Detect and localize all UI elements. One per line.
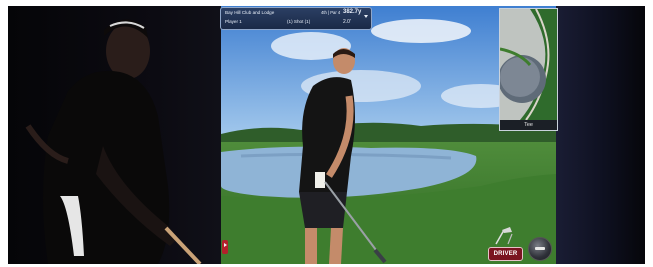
hole-info: 4th | Par 4 bbox=[321, 10, 341, 15]
flag-logo-icon bbox=[222, 240, 228, 254]
swing-arrow-icon bbox=[535, 247, 545, 250]
club-select-button[interactable]: DRIVER bbox=[488, 247, 523, 261]
hole-minimap[interactable]: Tee bbox=[499, 8, 558, 131]
spectator-silhouette bbox=[25, 19, 202, 264]
minimap-label: Tee bbox=[500, 120, 557, 130]
distance-readout: 382.7y bbox=[343, 9, 362, 15]
shot-counter: (1) Shot (1) bbox=[287, 19, 311, 24]
dark-room-right bbox=[556, 6, 645, 264]
shot-info-panel[interactable]: Bay Hill Club and Lodge Player 1 (1) Sho… bbox=[220, 7, 372, 30]
chevron-down-icon[interactable] bbox=[364, 15, 368, 18]
swing-button[interactable] bbox=[528, 237, 552, 261]
course-name: Bay Hill Club and Lodge bbox=[225, 10, 275, 15]
player-name: Player 1 bbox=[225, 19, 242, 24]
minimap-view bbox=[500, 9, 557, 120]
height-readout: 2.0' bbox=[343, 19, 351, 25]
golf-club-icon bbox=[495, 227, 513, 245]
